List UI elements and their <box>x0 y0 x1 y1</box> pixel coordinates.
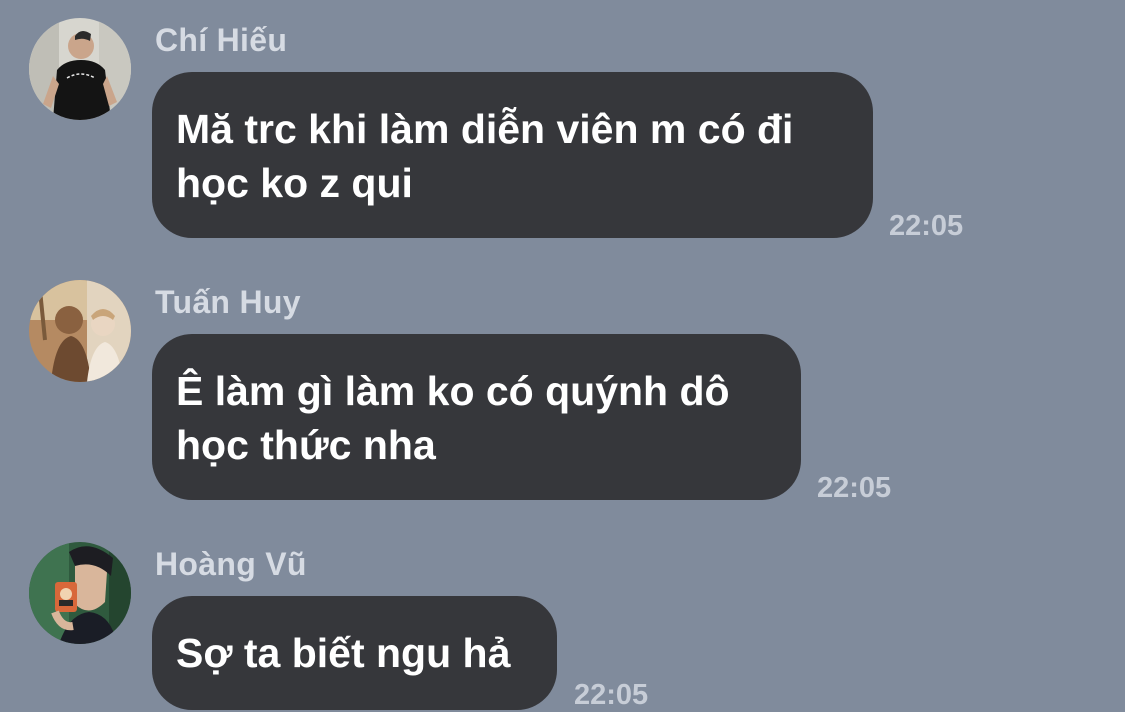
message-bubble[interactable]: Sợ ta biết ngu hả <box>152 596 557 710</box>
sender-name: Hoàng Vũ <box>155 546 307 582</box>
message-text-line: học thức nha <box>176 422 436 468</box>
message-time: 22:05 <box>817 472 892 504</box>
avatar-photo-icon <box>29 18 131 120</box>
message-time: 22:05 <box>889 210 964 242</box>
sender-name: Chí Hiếu <box>155 22 288 58</box>
message-text-line: Sợ ta biết ngu hả <box>176 630 511 676</box>
avatar[interactable] <box>29 280 131 382</box>
message-text-line: Ê làm gì làm ko có quýnh dô <box>176 368 730 414</box>
message-text-line: Mă trc khi làm diễn viên m có đi <box>176 106 794 152</box>
message-bubble[interactable]: Ê làm gì làm ko có quýnh dô học thức nha <box>152 334 801 500</box>
avatar-photo-icon <box>29 280 131 382</box>
message-bubble[interactable]: Mă trc khi làm diễn viên m có đi học ko … <box>152 72 873 238</box>
message-time: 22:05 <box>574 679 649 711</box>
avatar[interactable] <box>29 542 131 644</box>
avatar[interactable] <box>29 18 131 120</box>
avatar-photo-icon <box>29 542 131 644</box>
sender-name: Tuấn Huy <box>155 284 301 320</box>
message-text-line: học ko z qui <box>176 160 413 206</box>
chat-thread: Chí Hiếu Mă trc khi làm diễn viên m có đ… <box>0 0 1125 711</box>
